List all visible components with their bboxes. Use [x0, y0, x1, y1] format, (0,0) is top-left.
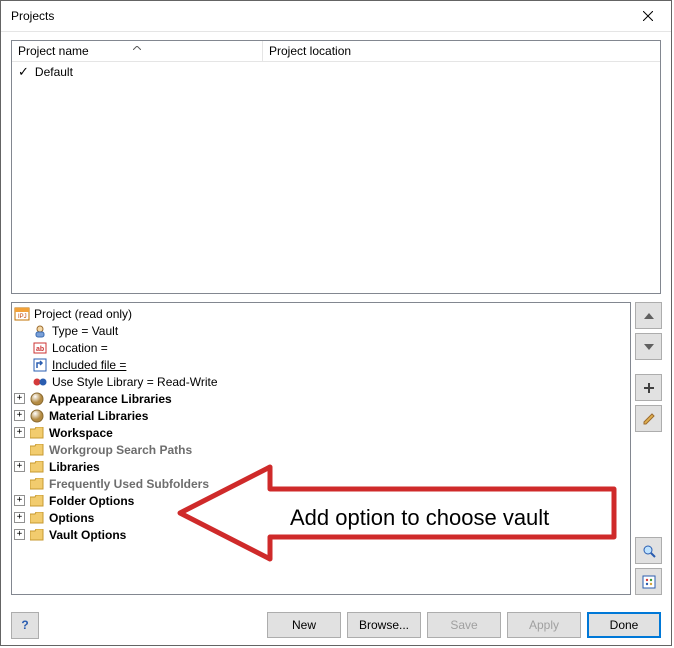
- tree-options[interactable]: + Options: [14, 509, 626, 526]
- project-tree-panel[interactable]: IPJ Project (read only) Type = Vault ab …: [11, 302, 631, 595]
- options-icon: [642, 575, 656, 589]
- add-button[interactable]: [635, 374, 662, 401]
- expand-icon[interactable]: +: [14, 427, 25, 438]
- help-button[interactable]: ?: [11, 612, 39, 639]
- close-button[interactable]: [625, 1, 671, 31]
- expand-icon[interactable]: +: [14, 495, 25, 506]
- help-icon: ?: [21, 618, 28, 632]
- svg-text:ab: ab: [36, 346, 44, 353]
- triangle-down-icon: [644, 344, 654, 350]
- browse-button[interactable]: Browse...: [347, 612, 421, 638]
- content: Project name Project location ✓ Default: [1, 32, 671, 605]
- expand-icon[interactable]: +: [14, 461, 25, 472]
- tree-style-library[interactable]: Use Style Library = Read-Write: [32, 373, 626, 390]
- tree-vault-options[interactable]: + Vault Options: [14, 526, 626, 543]
- tree-appearance-libraries[interactable]: + Appearance Libraries: [14, 390, 626, 407]
- tree-material-libraries[interactable]: + Material Libraries: [14, 407, 626, 424]
- svg-text:IPJ: IPJ: [18, 314, 27, 320]
- project-row[interactable]: ✓ Default: [12, 62, 660, 82]
- tree-included-file[interactable]: Included file =: [32, 356, 626, 373]
- style-icon: [32, 374, 48, 390]
- new-button[interactable]: New: [267, 612, 341, 638]
- tree-workspace[interactable]: + Workspace: [14, 424, 626, 441]
- magnify-icon: [642, 544, 656, 558]
- folder-icon: [29, 527, 45, 543]
- tree-type[interactable]: Type = Vault: [32, 322, 626, 339]
- sphere-icon: [29, 391, 45, 407]
- pencil-icon: [642, 412, 656, 426]
- magnify-button[interactable]: [635, 537, 662, 564]
- folder-icon: [29, 476, 45, 492]
- location-icon: ab: [32, 340, 48, 356]
- tree-workgroup-paths[interactable]: Workgroup Search Paths: [14, 441, 626, 458]
- expand-icon[interactable]: +: [14, 393, 25, 404]
- included-icon: [32, 357, 48, 373]
- tree-frequently-used[interactable]: Frequently Used Subfolders: [14, 475, 626, 492]
- folder-icon: [29, 510, 45, 526]
- folder-icon: [29, 442, 45, 458]
- tree-root[interactable]: IPJ Project (read only): [14, 305, 626, 322]
- move-down-button[interactable]: [635, 333, 662, 360]
- column-headers: Project name Project location: [12, 41, 660, 62]
- expand-icon[interactable]: +: [14, 512, 25, 523]
- sort-indicator-icon: [133, 39, 141, 53]
- done-button[interactable]: Done: [587, 612, 661, 638]
- project-name: Default: [35, 65, 73, 79]
- tree-folder-options[interactable]: + Folder Options: [14, 492, 626, 509]
- sphere-icon: [29, 408, 45, 424]
- tree-location[interactable]: ab Location =: [32, 339, 626, 356]
- edit-button[interactable]: [635, 405, 662, 432]
- column-project-name[interactable]: Project name: [12, 41, 263, 61]
- folder-icon: [29, 493, 45, 509]
- projects-list-panel: Project name Project location ✓ Default: [11, 40, 661, 294]
- checkmark-icon: ✓: [18, 64, 29, 80]
- folder-icon: [29, 425, 45, 441]
- plus-icon: [643, 382, 655, 394]
- move-up-button[interactable]: [635, 302, 662, 329]
- apply-button: Apply: [507, 612, 581, 638]
- expand-icon[interactable]: +: [14, 410, 25, 421]
- type-icon: [32, 323, 48, 339]
- close-icon: [643, 11, 653, 21]
- titlebar: Projects: [1, 1, 671, 32]
- tree-libraries[interactable]: + Libraries: [14, 458, 626, 475]
- folder-icon: [29, 459, 45, 475]
- triangle-up-icon: [644, 313, 654, 319]
- configure-button[interactable]: [635, 568, 662, 595]
- save-button: Save: [427, 612, 501, 638]
- projects-dialog: Projects Project name Project location ✓…: [0, 0, 672, 646]
- expand-icon[interactable]: +: [14, 529, 25, 540]
- column-project-location[interactable]: Project location: [263, 41, 660, 61]
- project-icon: IPJ: [14, 306, 30, 322]
- window-title: Projects: [11, 9, 625, 23]
- footer: ? New Browse... Save Apply Done: [1, 605, 671, 645]
- details-area: IPJ Project (read only) Type = Vault ab …: [11, 302, 661, 595]
- side-toolbar: [635, 302, 661, 595]
